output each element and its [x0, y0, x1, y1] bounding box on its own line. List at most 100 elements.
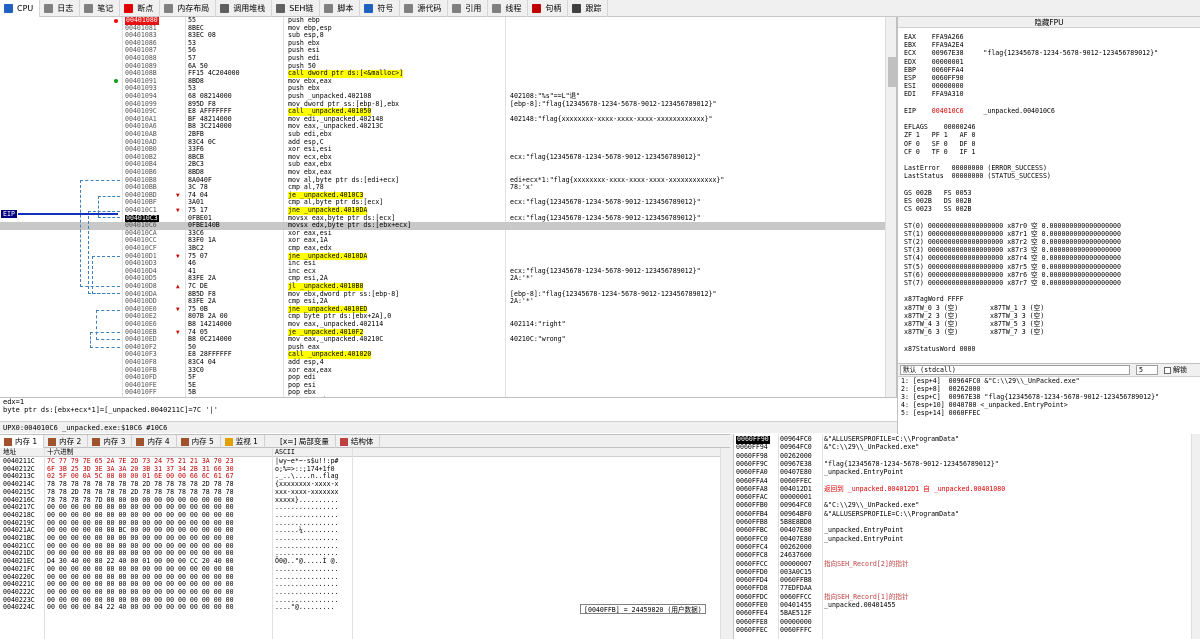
- register-line[interactable]: EIP 004010C6 _unpacked.004010C6: [904, 107, 1055, 115]
- register-line[interactable]: x87TW_6 3 (空) x87TW_7 3 (空): [904, 328, 1044, 336]
- tab-6[interactable]: SEH链: [272, 0, 321, 17]
- register-line[interactable]: x87TW_2 3 (空) x87TW_3 3 (空): [904, 312, 1044, 320]
- register-line[interactable]: EDX 00000001: [904, 58, 964, 66]
- memory-tab-3[interactable]: 内存 4: [132, 435, 177, 448]
- jump-arrow: ▼: [176, 305, 180, 313]
- memory-tab-label: 监视 1: [235, 437, 258, 446]
- disassembly-pane[interactable]: 00401080 55 push ebp 00401081 8BEC mov ebp,es…: [0, 17, 897, 397]
- register-line[interactable]: OF 0 SF 0 DF 0: [904, 140, 975, 148]
- call-convention-select[interactable]: 默认 (stdcall): [900, 365, 1130, 375]
- memory-tab-label: 内存 1: [15, 437, 38, 446]
- stack-row[interactable]: 0060FFC8 24637600: [734, 551, 1200, 560]
- stack-row[interactable]: 0060FF94 00964FC0 &"C:\\29\\_UnPacked.exe": [734, 444, 1200, 452]
- register-line[interactable]: LastError 00000000 (ERROR_SUCCESS): [904, 164, 1047, 172]
- stack-row[interactable]: 0060FFBC 00407E80 _unpacked.EntryPoint: [734, 527, 1200, 535]
- hex-dump-header: 地址 十六进制 ASCII: [0, 448, 730, 457]
- register-line[interactable]: ESP 0060FF90: [904, 74, 964, 82]
- register-line[interactable]: ZF 1 PF 1 AF 0: [904, 131, 975, 139]
- memory-tab-5[interactable]: 监视 1: [221, 435, 265, 448]
- tab-icon: [44, 4, 54, 13]
- col-address: 地址: [3, 448, 17, 456]
- register-line[interactable]: ECX 00967E38 "flag{12345678-1234-5678-90…: [904, 49, 1158, 57]
- tab-3[interactable]: 断点: [120, 0, 161, 17]
- tab-8[interactable]: 符号: [360, 0, 401, 17]
- memory-tab-4[interactable]: 内存 5: [177, 435, 221, 448]
- register-line[interactable]: x87TW_4 3 (空) x87TW_5 3 (空): [904, 320, 1044, 328]
- tab-2[interactable]: 笔记: [80, 0, 121, 17]
- tab-0[interactable]: CPU: [0, 0, 41, 17]
- eip-value: 004010C6: [931, 106, 964, 115]
- breakpoint-dot[interactable]: [114, 18, 118, 23]
- tab-4[interactable]: 内存布局: [160, 0, 217, 17]
- memory-tab-0[interactable]: 内存 1: [0, 435, 45, 448]
- register-line[interactable]: ST(1) 0000000000000000000 x87r1 空 0.0000…: [904, 230, 1121, 238]
- disasm-comment: 2A:'*': [510, 274, 534, 283]
- stack-row[interactable]: 0060FFEC 0060FFFC: [734, 626, 1200, 635]
- scrollbar-thumb[interactable]: [888, 57, 896, 87]
- register-line[interactable]: ST(0) 0000000000000000000 x87r0 空 0.0000…: [904, 222, 1121, 230]
- register-line[interactable]: x87TagWord FFFF: [904, 295, 964, 303]
- hex-scrollbar[interactable]: [720, 448, 730, 639]
- disassembly-scrollbar[interactable]: [885, 17, 896, 397]
- tab-11[interactable]: 线程: [488, 0, 529, 17]
- stack-value: 24637600: [780, 551, 812, 560]
- main-tab-bar: CPU 日志 笔记 断点 内存布局 调用堆栈 SEH链 脚本 符号 源代码 引用 线程 句柄 跟踪: [0, 0, 1200, 17]
- memory-tab-7[interactable]: 结构体: [336, 435, 381, 448]
- register-line[interactable]: x87StatusWord 0000: [904, 345, 975, 353]
- call-arg-line[interactable]: 5: [esp+14] 0060FFEC: [898, 409, 1200, 417]
- call-arg-line[interactable]: 1: [esp+4] 00964FC0 &"C:\\29\\_UnPacked.…: [898, 377, 1200, 385]
- register-line[interactable]: LastStatus 00000000 (STATUS_SUCCESS): [904, 172, 1051, 180]
- register-line[interactable]: EDI FFA9A310: [904, 90, 964, 98]
- call-arg-line[interactable]: 4: [esp+10] 0040780 <_unpacked.EntryPoin…: [898, 401, 1200, 409]
- call-arg-line[interactable]: 2: [esp+8] 00262000: [898, 385, 1200, 393]
- register-line[interactable]: ST(3) 0000000000000000000 x87r3 空 0.0000…: [904, 246, 1121, 254]
- register-line[interactable]: EFLAGS 00000246: [904, 123, 975, 131]
- memory-tab-label: 内存 3: [103, 437, 126, 446]
- disasm-comment: ecx:"flag{12345678-1234-5678-9012-123456…: [510, 266, 701, 275]
- register-line[interactable]: ST(6) 0000000000000000000 x87r6 空 0.0000…: [904, 271, 1121, 279]
- tab-7[interactable]: 脚本: [320, 0, 361, 17]
- tab-icon: [532, 4, 542, 13]
- unlock-checkbox[interactable]: 解锁: [1164, 365, 1187, 375]
- call-arg-line[interactable]: 3: [esp+C] 00967E38 "flag{12345678-1234-…: [898, 393, 1200, 401]
- tab-5[interactable]: 调用堆栈: [216, 0, 273, 17]
- registers-pane[interactable]: 隐藏FPU EAX FFA9A266 EBX FFA9A2E4 ECX 00967E…: [897, 17, 1200, 363]
- register-line[interactable]: EAX FFA9A266: [904, 33, 964, 41]
- memory-icon: [224, 437, 233, 446]
- register-line[interactable]: ST(5) 0000000000000000000 x87r5 空 0.0000…: [904, 263, 1121, 271]
- register-line[interactable]: CF 0 TF 0 IF 1: [904, 148, 975, 156]
- register-line[interactable]: GS 002B FS 0053: [904, 189, 972, 197]
- stack-row[interactable]: 0060FFA0 00407E80 _unpacked.EntryPoint: [734, 468, 1200, 477]
- tab-9[interactable]: 源代码: [400, 0, 449, 17]
- memory-tab-2[interactable]: 内存 3: [88, 435, 133, 448]
- register-line[interactable]: ES 002B DS 002B: [904, 197, 972, 205]
- stack-pane[interactable]: 0060FF90 00964FC0 &"ALLUSERSPROFILE=C:\\Pr…: [733, 434, 1200, 639]
- breakpoint-dot[interactable]: [114, 79, 118, 84]
- tab-1[interactable]: 日志: [40, 0, 81, 17]
- register-line[interactable]: EBX FFA9A2E4: [904, 41, 964, 49]
- checkbox-box[interactable]: [1164, 366, 1171, 374]
- disasm-comment: ecx:"flag{12345678-1234-5678-9012-123456…: [510, 198, 701, 207]
- stack-row[interactable]: 0060FFD8 77EDFDAA: [734, 585, 1200, 593]
- memory-icon: [48, 437, 57, 446]
- memory-tab-6[interactable]: [x=] 局部变量: [265, 435, 336, 448]
- register-line[interactable]: ESI 00000000: [904, 82, 964, 90]
- stack-value: 00964FC0: [780, 443, 812, 452]
- register-line[interactable]: ST(7) 0000000000000000000 x87r7 空 0.0000…: [904, 279, 1121, 287]
- arg-count-spinner[interactable]: 5: [1136, 365, 1158, 375]
- register-line[interactable]: ST(2) 0000000000000000000 x87r2 空 0.0000…: [904, 238, 1121, 246]
- tab-13[interactable]: 跟踪: [568, 0, 609, 17]
- register-line[interactable]: EBP 0060FFA4: [904, 66, 964, 74]
- stack-row[interactable]: 0060FFE4 5BAE512F: [734, 610, 1200, 618]
- memory-icon: [180, 437, 189, 446]
- stack-value: 77EDFDAA: [780, 584, 812, 593]
- register-line[interactable]: CS 0023 SS 002B: [904, 205, 972, 213]
- memory-tab-1[interactable]: 内存 2: [44, 435, 89, 448]
- tab-10[interactable]: 引用: [448, 0, 489, 17]
- stack-scrollbar[interactable]: [1191, 434, 1200, 639]
- tab-12[interactable]: 句柄: [528, 0, 569, 17]
- register-line[interactable]: x87TW_0 3 (空) x87TW_1 3 (空): [904, 304, 1044, 312]
- hide-fpu-button[interactable]: 隐藏FPU: [898, 17, 1200, 28]
- stack-row[interactable]: 0060FFB0 00964FC0 &"C:\\29\\_UnPacked.exe": [734, 502, 1200, 510]
- register-line[interactable]: ST(4) 0000000000000000000 x87r4 空 0.0000…: [904, 254, 1121, 262]
